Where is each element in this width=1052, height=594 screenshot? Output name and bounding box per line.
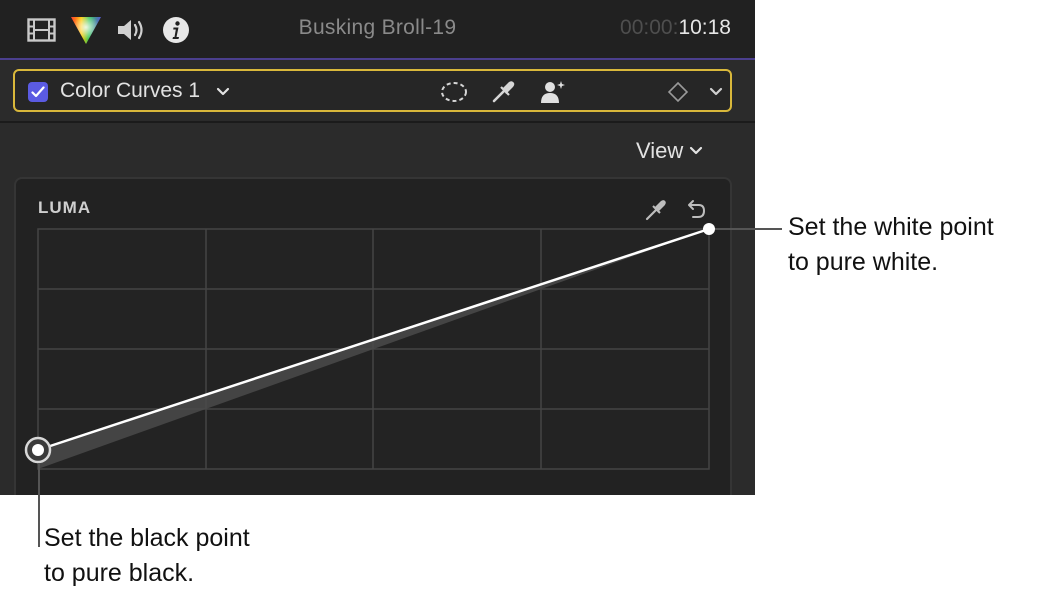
black-point-handle[interactable] [24,436,52,464]
black-point-leader-line [38,463,40,547]
white-point-callout: Set the white point to pure white. [788,210,994,280]
black-point-callout: Set the black point to pure black. [44,521,250,591]
black-point-callout-line1: Set the black point [44,524,250,552]
white-point-handle[interactable] [703,223,715,235]
white-point-callout-line1: Set the white point [788,213,994,241]
white-point-callout-line2: to pure white. [788,248,939,276]
white-point-leader-line [715,228,782,230]
luma-curve-graph [24,223,715,470]
black-point-callout-line2: to pure black. [44,559,195,587]
